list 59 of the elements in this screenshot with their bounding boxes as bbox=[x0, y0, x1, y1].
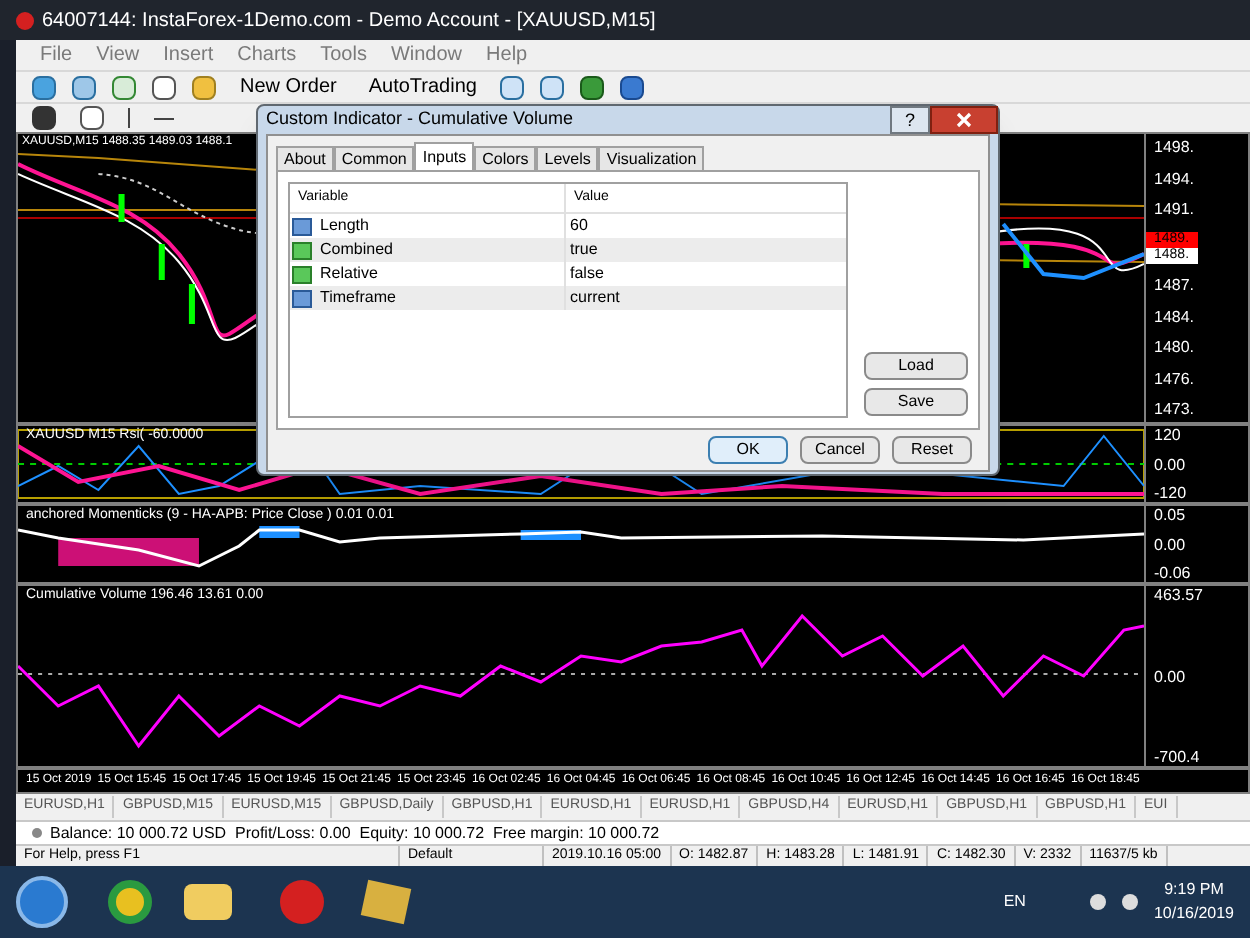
toolbar-button[interactable]: AutoTrading bbox=[360, 72, 485, 102]
price-label: 1480. bbox=[1152, 338, 1197, 356]
number-icon bbox=[292, 217, 312, 235]
scale-label: -700.4 bbox=[1152, 748, 1202, 766]
price-label: 1491. bbox=[1152, 200, 1197, 218]
language-indicator[interactable]: EN bbox=[1003, 890, 1026, 914]
dialog-tab[interactable]: About bbox=[276, 146, 334, 170]
dialog-button[interactable]: Load bbox=[864, 352, 968, 380]
scale-label: 0.00 bbox=[1152, 667, 1188, 685]
scale-label: 463.57 bbox=[1152, 586, 1205, 604]
dialog-tab[interactable]: Colors bbox=[474, 146, 537, 170]
start-button[interactable] bbox=[16, 876, 68, 928]
table-cell: Length bbox=[320, 214, 369, 238]
dialog-title: Custom Indicator - Cumulative Volume bbox=[266, 106, 574, 133]
clock-time[interactable]: 9:19 PM bbox=[1164, 878, 1224, 902]
scale-label: 0.00 bbox=[1152, 455, 1188, 473]
scale-label: 0.05 bbox=[1152, 506, 1188, 524]
table-cell: Combined bbox=[320, 238, 393, 262]
dialog-tab[interactable]: Inputs bbox=[414, 142, 475, 170]
number-icon bbox=[292, 289, 312, 307]
scale-label: 120 bbox=[1152, 426, 1183, 444]
menu-item[interactable]: Tools bbox=[320, 40, 367, 70]
dialog-button[interactable]: OK bbox=[708, 436, 788, 464]
close-button[interactable] bbox=[930, 106, 998, 134]
dialog-button[interactable]: Save bbox=[864, 388, 968, 416]
price-label: 1487. bbox=[1152, 276, 1197, 294]
dialog-button[interactable]: Cancel bbox=[800, 436, 880, 464]
price-label: 1484. bbox=[1152, 307, 1197, 325]
toolbar-button[interactable]: New Order bbox=[232, 72, 345, 102]
app-icon bbox=[16, 11, 34, 29]
menu-item[interactable]: Insert bbox=[163, 40, 214, 70]
dialog-tab[interactable]: Common bbox=[333, 146, 415, 170]
scale-label: -120 bbox=[1152, 484, 1189, 502]
price-label: 1494. bbox=[1152, 169, 1197, 187]
menu-item[interactable]: Charts bbox=[237, 40, 297, 70]
price-label: 1498. bbox=[1152, 138, 1197, 156]
table-cell[interactable]: 60 bbox=[566, 214, 592, 238]
menu-item[interactable]: File bbox=[40, 40, 73, 70]
window-title: 64007144: InstaForex-1Demo.com - Demo Account - [XAUUSD,M15] bbox=[42, 7, 656, 35]
price-label: 1473. bbox=[1152, 400, 1197, 418]
dialog-tab[interactable]: Levels bbox=[536, 146, 599, 170]
horizontal-line-icon[interactable] bbox=[154, 117, 174, 119]
dialog-button[interactable]: Reset bbox=[892, 436, 972, 464]
scale-label: -0.06 bbox=[1152, 564, 1193, 582]
table-cell: Timeframe bbox=[320, 286, 396, 310]
menu-item[interactable]: Window bbox=[390, 40, 463, 70]
scale-label: 0.00 bbox=[1152, 535, 1188, 553]
table-cell[interactable]: true bbox=[566, 238, 602, 262]
menu-item[interactable]: Help bbox=[486, 40, 528, 70]
clock-date[interactable]: 10/16/2019 bbox=[1153, 902, 1234, 926]
table-cell: Relative bbox=[320, 262, 378, 286]
menu-item[interactable]: View bbox=[96, 40, 140, 70]
app-icon[interactable] bbox=[360, 879, 412, 925]
price-label: 1476. bbox=[1152, 369, 1197, 387]
table-cell[interactable]: current bbox=[566, 286, 624, 310]
dialog-tab[interactable]: Visualization bbox=[598, 146, 705, 170]
help-button[interactable]: ? bbox=[890, 106, 930, 134]
table-cell[interactable]: false bbox=[566, 262, 608, 286]
balance-line: Balance: 10 000.72 USD Profit/Loss: 0.00 Equity: 10 000.72 Free margin: 10 000.72 bbox=[50, 821, 660, 845]
